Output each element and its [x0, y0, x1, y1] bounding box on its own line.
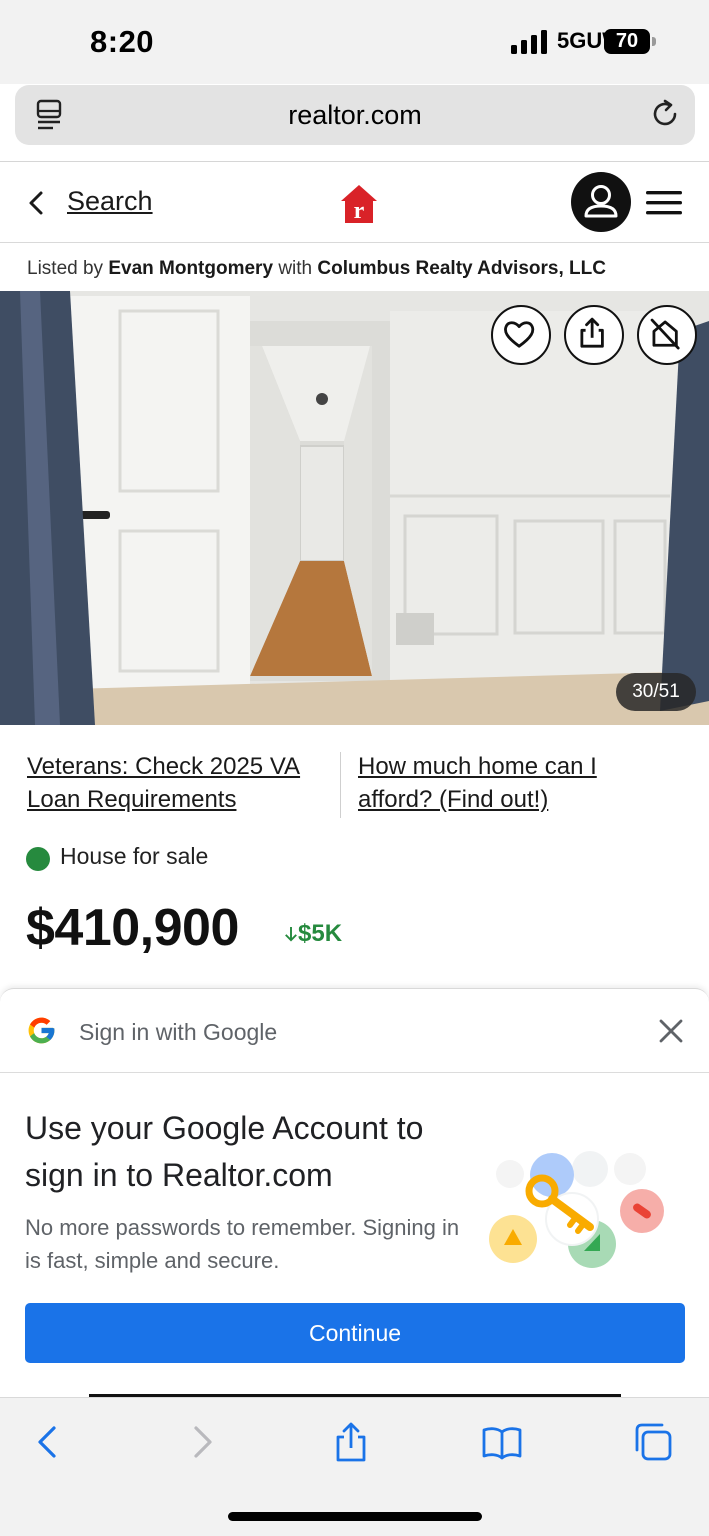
listing-price: $410,900	[26, 899, 239, 957]
photo-counter: 30/51	[616, 673, 696, 711]
battery-icon: 70	[604, 29, 650, 54]
site-header: Search r	[0, 162, 709, 243]
cellular-signal-icon	[511, 30, 547, 54]
home-indicator	[228, 1512, 482, 1521]
reload-icon[interactable]	[651, 99, 681, 129]
battery-level: 70	[615, 30, 639, 52]
user-icon	[584, 185, 618, 218]
forward-icon[interactable]	[182, 1422, 222, 1462]
sheet-subtext: No more passwords to remember. Signing i…	[25, 1215, 460, 1273]
sheet-header: Sign in with Google	[0, 989, 709, 1073]
chevron-left-icon[interactable]	[26, 190, 48, 216]
share-icon[interactable]	[331, 1422, 371, 1462]
heart-icon	[504, 321, 535, 348]
arrow-down-icon	[285, 927, 297, 942]
affordability-link[interactable]: How much home can I afford? (Find out!)	[358, 750, 658, 816]
price-reduction-amount: $5K	[298, 920, 343, 947]
save-favorite-button[interactable]	[491, 305, 551, 365]
va-loan-link[interactable]: Veterans: Check 2025 VA Loan Requirement…	[27, 750, 327, 816]
address-bar[interactable]: realtor.com	[15, 85, 695, 145]
battery-tip	[652, 37, 656, 46]
passkey-illustration-icon	[489, 1151, 664, 1268]
svg-text:r: r	[354, 198, 365, 224]
share-icon	[580, 317, 604, 348]
divider	[340, 752, 341, 818]
brokerage-name: Columbus Realty Advisors, LLC	[317, 258, 606, 279]
continue-button[interactable]: Continue	[25, 1303, 685, 1363]
google-signin-sheet: Sign in with Google Use your Google Acco…	[0, 988, 709, 1398]
back-icon[interactable]	[28, 1422, 68, 1462]
listed-by-with: with	[278, 258, 313, 279]
hide-icon	[650, 318, 680, 350]
share-button[interactable]	[564, 305, 624, 365]
hamburger-menu-icon[interactable]	[646, 190, 682, 216]
sheet-title: Sign in with Google	[79, 1019, 278, 1045]
status-time: 8:20	[90, 24, 155, 59]
url-text[interactable]: realtor.com	[15, 100, 695, 131]
google-logo-icon	[28, 1017, 55, 1044]
hide-listing-button[interactable]	[637, 305, 697, 365]
tabs-icon[interactable]	[633, 1422, 673, 1462]
close-icon[interactable]	[658, 1018, 684, 1044]
status-indicator-dot	[26, 847, 50, 871]
agent-name: Evan Montgomery	[108, 258, 274, 279]
bookmarks-icon[interactable]	[482, 1422, 522, 1462]
listing-attribution: Listed by Evan Montgomery with Columbus …	[27, 258, 606, 280]
realtor-logo-icon[interactable]: r	[340, 184, 378, 224]
listing-status: House for sale	[60, 843, 209, 869]
account-avatar[interactable]	[571, 172, 631, 232]
status-bar: 8:20 5GUW 70	[0, 0, 709, 84]
price-reduction: $5K	[284, 920, 342, 948]
sheet-heading: Use your Google Account to sign in to Re…	[25, 1110, 424, 1193]
back-to-search-link[interactable]: Search	[67, 186, 153, 217]
listed-by-prefix: Listed by	[27, 258, 104, 279]
